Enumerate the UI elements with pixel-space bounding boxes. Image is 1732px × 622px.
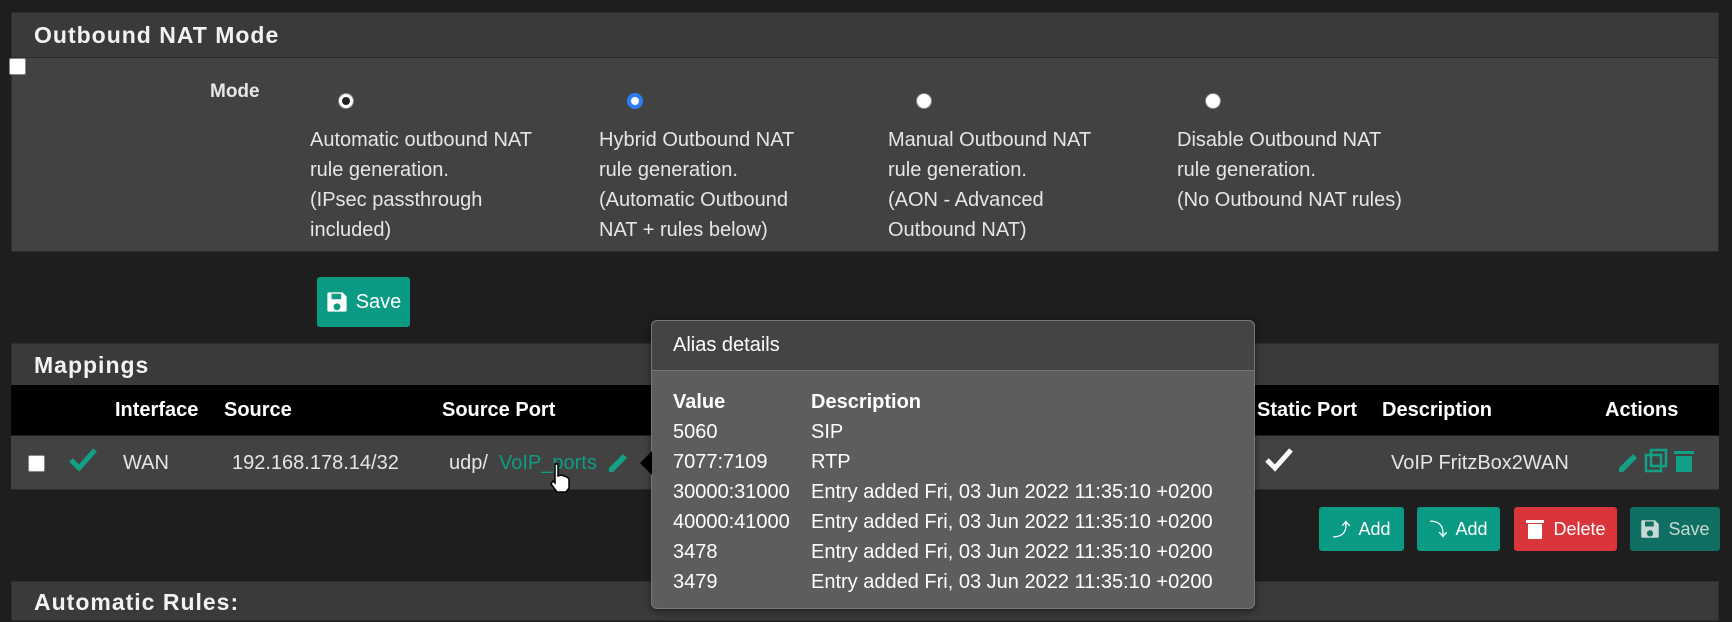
arrow-down-icon: ⤵ xyxy=(1429,520,1448,540)
col-source: Source xyxy=(224,399,292,421)
radio-automatic[interactable] xyxy=(338,93,354,109)
row-proto: udp/ xyxy=(449,452,488,474)
add-bottom-button[interactable]: ⤵ Add xyxy=(1417,507,1500,551)
trash-icon xyxy=(1526,520,1545,539)
radio-manual[interactable] xyxy=(916,93,932,109)
save-button[interactable]: Save xyxy=(1630,507,1720,551)
trash-icon[interactable] xyxy=(1671,448,1697,480)
alias-details-tooltip: Alias details Value Description 5060 SIP 7… xyxy=(640,320,1255,609)
edit-icon[interactable] xyxy=(1615,448,1641,480)
save-label: Save xyxy=(1668,518,1710,539)
add-top-button[interactable]: ⤴ Add xyxy=(1319,507,1404,551)
tooltip-arrow xyxy=(640,451,652,475)
static-port-check-icon xyxy=(1264,446,1294,478)
select-all-checkbox[interactable] xyxy=(9,58,26,75)
edit-alias-icon[interactable] xyxy=(605,448,631,480)
row-interface: WAN xyxy=(123,452,169,474)
alias-row: 3478 Entry added Fri, 03 Jun 2022 11:35:1… xyxy=(673,541,1213,563)
col-description: Description xyxy=(1382,399,1493,421)
alias-row: 40000:41000 Entry added Fri, 03 Jun 2022 … xyxy=(673,511,1213,533)
col-actions: Actions xyxy=(1605,399,1679,421)
radio-hybrid[interactable] xyxy=(627,93,643,109)
save-label: Save xyxy=(355,290,402,313)
save-mode-button[interactable]: Save xyxy=(317,277,410,327)
mode-option-text: Disable Outbound NAT rule generation. (No … xyxy=(1177,129,1402,211)
delete-label: Delete xyxy=(1553,518,1606,539)
col-static-port: Static Port xyxy=(1257,399,1358,421)
alias-table: Value Description 5060 SIP 7077:7109 RTP 30… xyxy=(673,387,1213,597)
alias-row: 7077:7109 RTP xyxy=(673,451,851,473)
mode-option-text: Automatic outbound NAT rule generation. (I… xyxy=(310,129,532,241)
add-label: Add xyxy=(1455,518,1488,539)
alias-row: 3479 Entry added Fri, 03 Jun 2022 11:35:1… xyxy=(673,571,1213,593)
floppy-icon xyxy=(1641,520,1660,538)
hand-pointer-icon xyxy=(548,462,572,499)
delete-button[interactable]: Delete xyxy=(1514,507,1617,551)
row-source: 192.168.178.14/32 xyxy=(232,452,399,474)
mode-label: Mode xyxy=(210,81,260,102)
alias-table-header: Value Description xyxy=(673,387,1213,417)
col-description: Description xyxy=(811,391,922,413)
mode-option-text: Hybrid Outbound NAT rule generation. (Auto… xyxy=(599,129,795,241)
radio-disable[interactable] xyxy=(1205,93,1221,109)
col-interface: Interface xyxy=(115,399,199,421)
alias-row: 30000:31000 Entry added Fri, 03 Jun 2022 … xyxy=(673,481,1213,503)
outbound-nat-mode-panel: Outbound NAT Mode Mode Automatic outboun… xyxy=(11,12,1719,252)
row-description: VoIP FritzBox2WAN xyxy=(1391,452,1569,474)
floppy-icon xyxy=(327,292,347,312)
col-source-port: Source Port xyxy=(442,399,556,421)
copy-icon[interactable] xyxy=(1643,448,1669,480)
alias-row: 5060 SIP xyxy=(673,421,844,443)
add-label: Add xyxy=(1358,518,1391,539)
mode-option-text: Manual Outbound NAT rule generation. (AON … xyxy=(888,129,1092,241)
panel-title: Outbound NAT Mode xyxy=(12,13,1718,58)
enabled-check-icon xyxy=(68,446,98,478)
tooltip-title: Alias details xyxy=(652,321,1254,371)
arrow-up-icon: ⤴ xyxy=(1332,520,1351,540)
col-value: Value xyxy=(673,391,726,413)
row-checkbox[interactable] xyxy=(28,455,45,472)
